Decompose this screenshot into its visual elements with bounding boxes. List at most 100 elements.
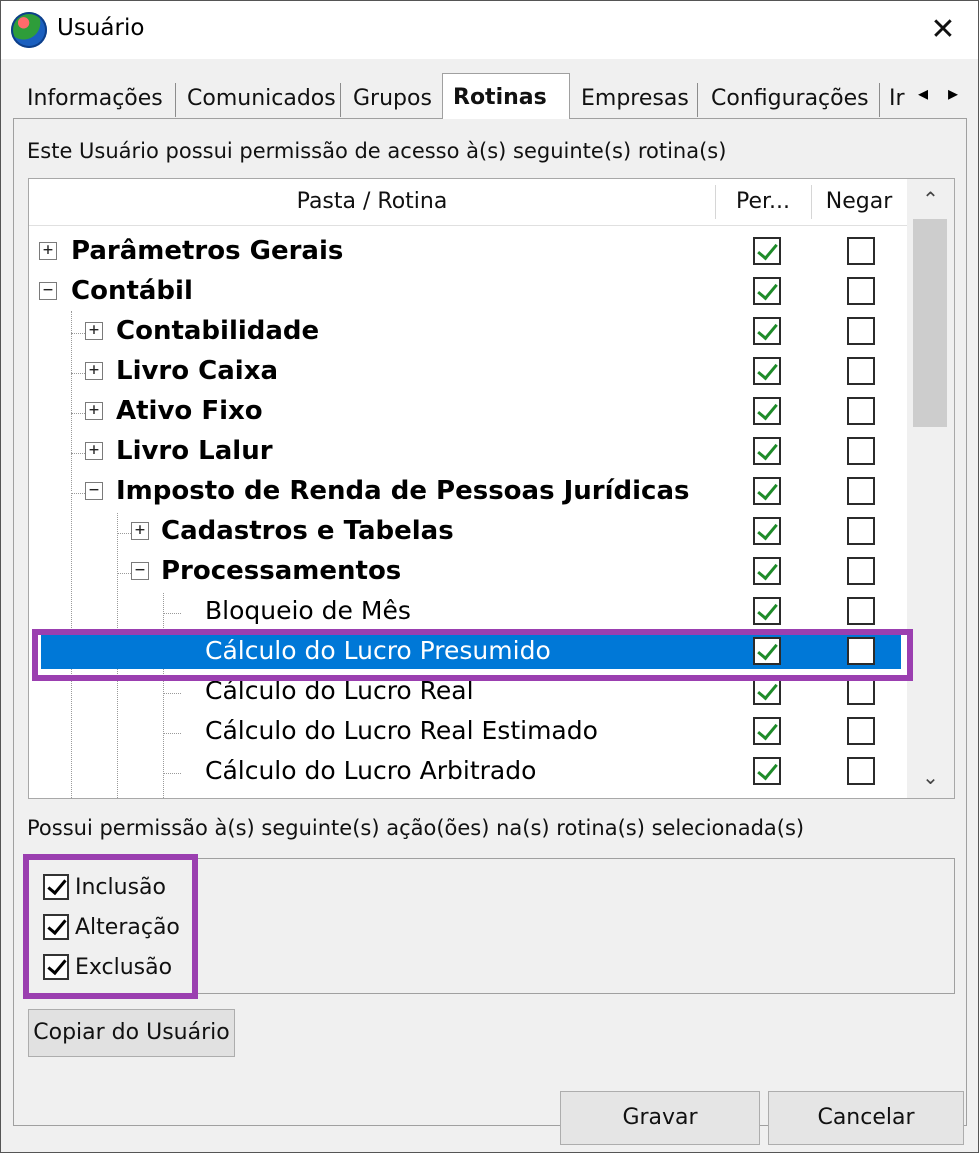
tree-row[interactable]: + Livro Caixa (29, 351, 907, 391)
tree-vertical-scrollbar[interactable]: ⌃ ⌄ (907, 179, 954, 798)
permit-checkbox[interactable] (753, 757, 781, 785)
expand-plus-icon[interactable]: + (85, 402, 103, 420)
tree-row-label: Parâmetros Gerais (71, 236, 344, 266)
permit-checkbox[interactable] (753, 517, 781, 545)
user-dialog: Usuário ✕ Informações Comunicados Grupos… (0, 0, 979, 1153)
tree-row-label: Processamentos (161, 556, 402, 586)
tab-scroll-left-icon[interactable]: ◂ (913, 81, 933, 105)
deny-checkbox[interactable] (847, 357, 875, 385)
collapse-minus-icon[interactable]: − (39, 282, 57, 300)
tree-header: Pasta / Rotina Per... Negar (29, 179, 907, 226)
permit-checkbox[interactable] (753, 637, 781, 665)
scroll-thumb[interactable] (913, 219, 947, 427)
tab-rotinas[interactable]: Rotinas (442, 73, 570, 119)
tree-row[interactable]: + Parâmetros Gerais (29, 231, 907, 271)
permit-checkbox[interactable] (753, 237, 781, 265)
expand-plus-icon[interactable]: + (131, 522, 149, 540)
tree-row-label: Bloqueio de Mês (205, 596, 411, 625)
save-button[interactable]: Gravar (560, 1091, 760, 1145)
permit-checkbox[interactable] (753, 677, 781, 705)
tree-row-label: Cadastros e Tabelas (161, 516, 454, 546)
tree-row-selected[interactable]: Cálculo do Lucro Presumido (29, 631, 907, 671)
checkbox-checked-icon[interactable] (43, 914, 69, 940)
tab-grupos[interactable]: Grupos (343, 81, 443, 117)
permit-checkbox[interactable] (753, 357, 781, 385)
column-header-folder[interactable]: Pasta / Rotina (29, 179, 715, 225)
routines-tree[interactable]: Pasta / Rotina Per... Negar + Parâmetros… (28, 178, 955, 799)
checkbox-checked-icon[interactable] (43, 874, 69, 900)
deny-checkbox[interactable] (847, 437, 875, 465)
deny-checkbox[interactable] (847, 517, 875, 545)
permit-checkbox[interactable] (753, 597, 781, 625)
actions-caption: Possui permissão à(s) seguinte(s) ação(õ… (27, 816, 805, 840)
permit-checkbox[interactable] (753, 437, 781, 465)
deny-checkbox[interactable] (847, 677, 875, 705)
tab-comunicados[interactable]: Comunicados (177, 81, 339, 117)
permit-checkbox[interactable] (753, 397, 781, 425)
tree-row-label: Contabilidade (116, 316, 320, 346)
tree-row[interactable]: + Contabilidade (29, 311, 907, 351)
collapse-minus-icon[interactable]: − (85, 482, 103, 500)
deny-checkbox[interactable] (847, 477, 875, 505)
column-header-permit[interactable]: Per... (717, 179, 809, 225)
close-button[interactable]: ✕ (916, 11, 970, 49)
tree-row[interactable]: Cálculo do Lucro Real (29, 671, 907, 711)
permit-checkbox[interactable] (753, 557, 781, 585)
routines-caption: Este Usuário possui permissão de acesso … (27, 139, 727, 163)
tree-row[interactable]: − Processamentos (29, 551, 907, 591)
tree-row-label: Imposto de Renda de Pessoas Jurídicas (116, 476, 690, 506)
tab-informacoes[interactable]: Informações (17, 81, 175, 117)
tab-separator (340, 83, 341, 117)
tree-row[interactable]: + Cadastros e Tabelas (29, 511, 907, 551)
tree-row[interactable]: + Ativo Fixo (29, 391, 907, 431)
collapse-minus-icon[interactable]: − (131, 562, 149, 580)
deny-checkbox[interactable] (847, 397, 875, 425)
permit-checkbox[interactable] (753, 277, 781, 305)
tree-row[interactable]: Cálculo do Lucro Arbitrado (29, 751, 907, 791)
permit-checkbox[interactable] (753, 317, 781, 345)
tree-row[interactable]: − Imposto de Renda de Pessoas Jurídicas (29, 471, 907, 511)
expand-plus-icon[interactable]: + (85, 362, 103, 380)
tab-separator (175, 83, 176, 117)
tab-separator (697, 83, 698, 117)
deny-checkbox[interactable] (847, 717, 875, 745)
deny-checkbox[interactable] (847, 637, 875, 665)
tab-empresas[interactable]: Empresas (571, 81, 695, 117)
tree-row[interactable]: + Livro Lalur (29, 431, 907, 471)
copy-from-user-button[interactable]: Copiar do Usuário (28, 1009, 235, 1057)
deny-checkbox[interactable] (847, 237, 875, 265)
permit-checkbox[interactable] (753, 717, 781, 745)
tab-scroll-right-icon[interactable]: ▸ (943, 81, 963, 105)
scroll-down-icon[interactable]: ⌄ (907, 757, 954, 797)
tree-row-label: Contábil (71, 276, 193, 306)
tree-row-label: Cálculo do Lucro Real (205, 676, 474, 705)
column-header-deny[interactable]: Negar (813, 179, 905, 225)
deny-checkbox[interactable] (847, 757, 875, 785)
window-title: Usuário (57, 15, 145, 41)
tree-row[interactable]: Cálculo do Lucro Real Estimado (29, 711, 907, 751)
tab-overflow[interactable]: Ir (881, 81, 913, 117)
tree-row-label: Cálculo do Lucro Presumido (205, 636, 551, 665)
tree-row-label: Cálculo do Lucro Real Estimado (205, 716, 598, 745)
cancel-button[interactable]: Cancelar (768, 1091, 964, 1145)
inclusion-label: Inclusão (75, 875, 166, 900)
tree-row[interactable]: − Contábil (29, 271, 907, 311)
permit-checkbox[interactable] (753, 477, 781, 505)
deny-checkbox[interactable] (847, 597, 875, 625)
expand-plus-icon[interactable]: + (85, 442, 103, 460)
tab-separator (879, 83, 880, 117)
tree-row-label: Livro Caixa (116, 356, 279, 386)
scroll-up-icon[interactable]: ⌃ (907, 179, 954, 219)
deny-checkbox[interactable] (847, 557, 875, 585)
tab-configuracoes[interactable]: Configurações (701, 81, 875, 117)
tree-row-label: Ativo Fixo (116, 396, 263, 426)
column-divider (811, 185, 812, 219)
expand-plus-icon[interactable]: + (39, 242, 57, 260)
tree-row-label: Livro Lalur (116, 436, 273, 466)
deny-checkbox[interactable] (847, 317, 875, 345)
tree-row[interactable]: Bloqueio de Mês (29, 591, 907, 631)
tree-row-label: Cálculo do Lucro Arbitrado (205, 756, 537, 785)
expand-plus-icon[interactable]: + (85, 322, 103, 340)
deny-checkbox[interactable] (847, 277, 875, 305)
checkbox-checked-icon[interactable] (43, 954, 69, 980)
